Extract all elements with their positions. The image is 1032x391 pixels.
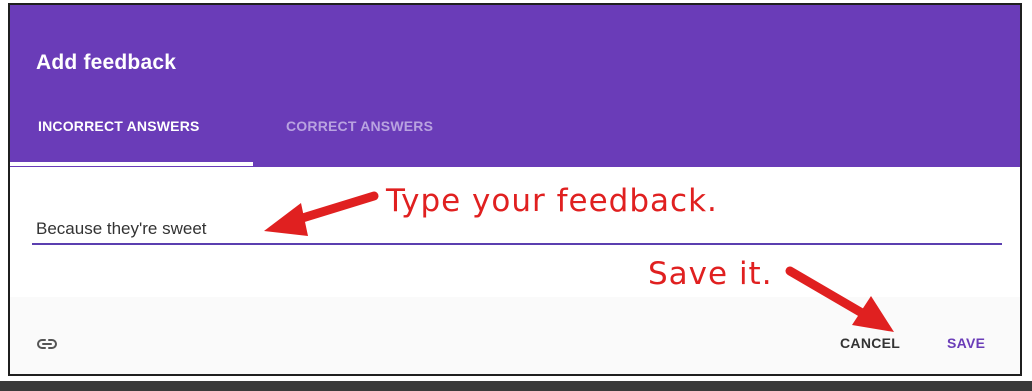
feedback-input[interactable] bbox=[32, 215, 1002, 245]
tab-correct-answers[interactable]: CORRECT ANSWERS bbox=[286, 118, 433, 134]
cancel-button[interactable]: CANCEL bbox=[840, 335, 900, 351]
tab-incorrect-answers[interactable]: INCORRECT ANSWERS bbox=[38, 118, 200, 134]
link-icon[interactable] bbox=[36, 337, 58, 351]
dialog-title: Add feedback bbox=[36, 51, 177, 74]
bottom-shadow-bar bbox=[0, 381, 1032, 391]
dialog-header: Add feedback INCORRECT ANSWERS CORRECT A… bbox=[10, 5, 1020, 167]
active-tab-indicator bbox=[10, 162, 253, 166]
annotation-save-it: Save it. bbox=[648, 256, 773, 292]
annotation-type-feedback: Type your feedback. bbox=[386, 183, 718, 219]
save-button[interactable]: SAVE bbox=[947, 335, 985, 351]
